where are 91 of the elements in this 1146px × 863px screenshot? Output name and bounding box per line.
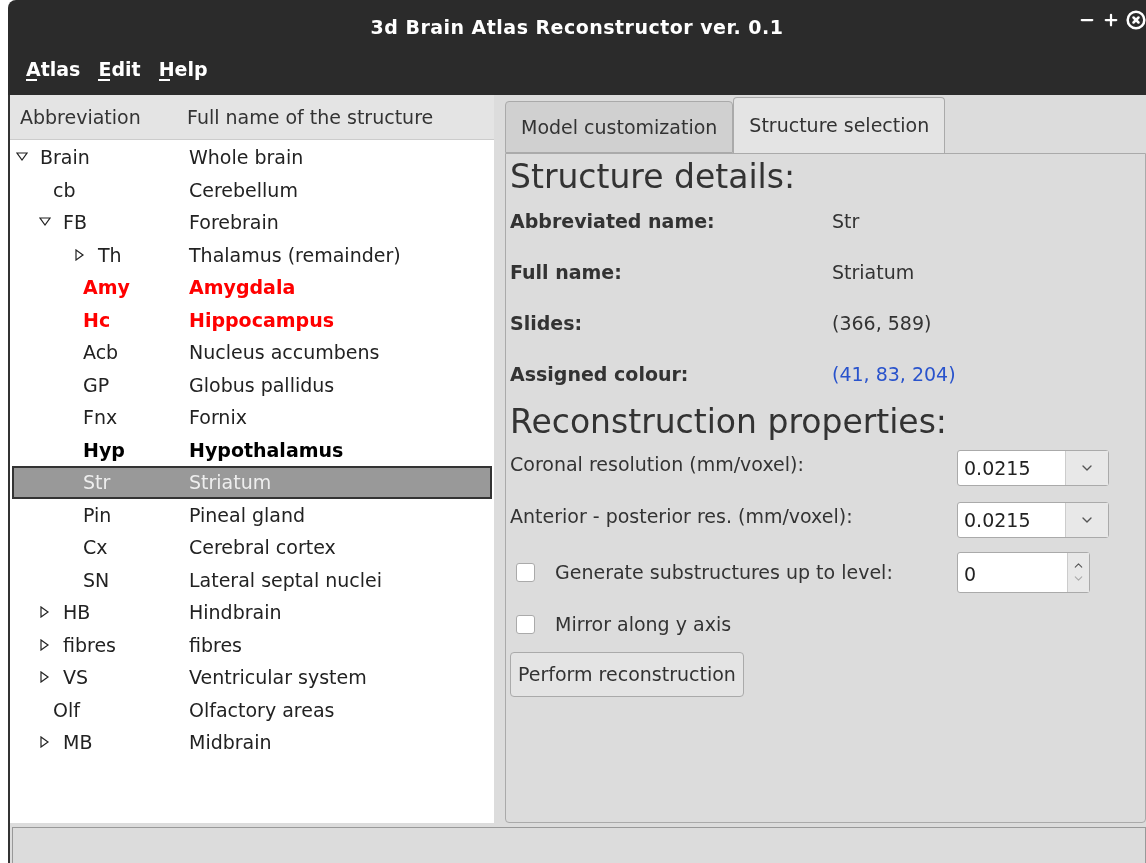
tree-full-name: fibres <box>189 632 242 658</box>
tree-full-name: Lateral septal nuclei <box>189 567 382 593</box>
perform-reconstruction-button[interactable]: Perform reconstruction <box>510 652 744 697</box>
tree-row[interactable]: Acb Nucleus accumbens <box>12 336 492 369</box>
tree-full-name: Olfactory areas <box>189 697 335 723</box>
tree-full-name: Midbrain <box>189 730 272 755</box>
tree-full-name: Ventricular system <box>189 665 367 690</box>
collapsed-arrow-icon[interactable] <box>39 671 51 684</box>
tree-full-name: Striatum <box>189 470 272 495</box>
tree-full-name: Forebrain <box>189 210 279 235</box>
tree-abbreviation: VS <box>63 665 89 690</box>
tree-full-name: Nucleus accumbens <box>189 340 380 365</box>
field-label: Anterior - posterior res. (mm/voxel): <box>510 504 854 529</box>
detail-label: Slides: <box>510 311 584 337</box>
tree-abbreviation: HB <box>63 600 91 625</box>
tree-row[interactable]: Pin Pineal gland <box>12 498 492 531</box>
collapsed-arrow-icon[interactable] <box>39 736 51 749</box>
menu-item[interactable]: Help <box>152 55 214 84</box>
tree-abbreviation: Amy <box>83 275 130 300</box>
tree-row[interactable]: Hc Hippocampus <box>12 303 492 336</box>
tree-row[interactable]: Cx Cerebral cortex <box>12 531 492 564</box>
detail-label: Assigned colour: <box>510 362 690 388</box>
combo-box[interactable]: 0.0215 <box>957 502 1109 538</box>
tree-row[interactable]: Hyp Hypothalamus <box>12 433 492 466</box>
tree-row[interactable]: Amy Amygdala <box>12 271 492 304</box>
tree-full-name: Thalamus (remainder) <box>189 242 401 268</box>
checkbox[interactable] <box>516 562 535 582</box>
tree-abbreviation: Hyp <box>83 437 125 463</box>
tree-full-name: Hindbrain <box>189 600 282 625</box>
tree-row[interactable]: Brain Whole brain <box>12 141 492 174</box>
tree-full-name: Cerebral cortex <box>189 535 336 560</box>
tree-row[interactable]: fibres fibres <box>12 628 492 661</box>
tree-abbreviation: MB <box>63 730 93 755</box>
tree-row[interactable]: Fnx Fornix <box>12 401 492 434</box>
tree-abbreviation: Pin <box>83 502 112 528</box>
tree-abbreviation: Cx <box>83 535 108 560</box>
tree-row[interactable]: Th Thalamus (remainder) <box>12 238 492 271</box>
tree-abbreviation: Str <box>83 470 111 495</box>
tree-full-name: Hypothalamus <box>189 437 344 463</box>
tree-abbreviation: Fnx <box>83 405 118 430</box>
detail-value: Striatum <box>832 260 915 286</box>
tree-full-name: Whole brain <box>189 145 304 170</box>
tree-row[interactable]: Olf Olfactory areas <box>12 693 492 726</box>
spin-box[interactable]: 0 <box>957 551 1090 593</box>
tab[interactable]: Model customization <box>505 101 734 153</box>
collapsed-arrow-icon[interactable] <box>39 606 51 619</box>
combo-box[interactable]: 0.0215 <box>957 450 1109 486</box>
menu-item[interactable]: Atlas <box>20 55 87 84</box>
collapsed-arrow-icon[interactable] <box>39 638 51 651</box>
tree-row[interactable]: cb Cerebellum <box>12 173 492 206</box>
tree-row[interactable]: GP Globus pallidus <box>12 368 492 401</box>
tree-full-name: Pineal gland <box>189 502 306 528</box>
tree-abbreviation: Th <box>98 242 122 268</box>
tree-full-name: Cerebellum <box>189 177 298 203</box>
tab[interactable]: Structure selection <box>733 97 946 153</box>
column-header[interactable]: Abbreviation <box>10 102 187 132</box>
tree-row[interactable]: MB Midbrain <box>12 726 492 759</box>
checkbox-label: Mirror along y axis <box>555 611 732 637</box>
field-label: Coronal resolution (mm/voxel): <box>510 452 805 477</box>
tree-full-name: Globus pallidus <box>189 372 335 398</box>
tree-abbreviation: SN <box>83 567 110 593</box>
section-heading: Reconstruction properties: <box>510 402 948 442</box>
tree-abbreviation: Hc <box>83 307 111 333</box>
detail-label: Abbreviated name: <box>510 209 716 235</box>
detail-label: Full name: <box>510 260 623 286</box>
detail-value: (41, 83, 204) <box>832 362 956 388</box>
tree-abbreviation: FB <box>63 210 87 235</box>
window-title: 3d Brain Atlas Reconstructor ver. 0.1 <box>370 15 784 41</box>
maximize-icon[interactable] <box>1102 11 1120 29</box>
tree-row[interactable]: VS Ventricular system <box>12 661 492 694</box>
menu-item[interactable]: Edit <box>92 55 147 84</box>
detail-value: Str <box>832 209 860 235</box>
section-heading: Structure details: <box>510 158 797 196</box>
detail-value: (366, 589) <box>832 311 932 337</box>
tree-abbreviation: Brain <box>40 145 90 170</box>
column-header[interactable]: Full name of the structure <box>187 102 434 132</box>
checkbox-label: Generate substructures up to level: <box>555 559 893 585</box>
tree-full-name: Fornix <box>189 405 247 430</box>
tree-abbreviation: GP <box>83 372 110 398</box>
collapsed-arrow-icon[interactable] <box>74 248 86 261</box>
tree-abbreviation: cb <box>53 177 76 203</box>
tree-row[interactable]: SN Lateral septal nuclei <box>12 563 492 596</box>
tree-row[interactable]: HB Hindbrain <box>12 596 492 629</box>
tree-full-name: Amygdala <box>189 275 296 300</box>
tree-row[interactable]: FB Forebrain <box>12 206 492 239</box>
tree-abbreviation: Acb <box>83 340 119 365</box>
tree-abbreviation: Olf <box>53 697 80 723</box>
close-icon[interactable] <box>1126 10 1146 30</box>
tree-full-name: Hippocampus <box>189 307 334 333</box>
tree-abbreviation: fibres <box>63 632 116 658</box>
checkbox[interactable] <box>516 614 535 634</box>
